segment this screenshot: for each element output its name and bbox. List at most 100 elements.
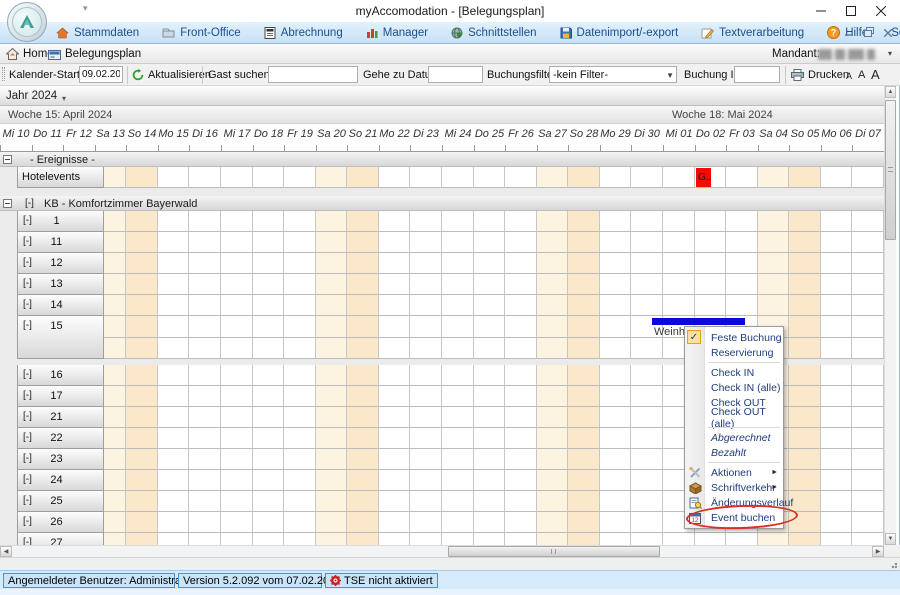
grid-cell[interactable] [663, 295, 695, 316]
year-dropdown-icon[interactable]: ▾ [62, 94, 66, 103]
grid-cell[interactable] [695, 295, 726, 316]
grid-cell[interactable] [852, 316, 884, 338]
grid-cell[interactable] [410, 338, 442, 359]
grid-cell[interactable] [379, 533, 410, 545]
grid-cell[interactable] [316, 274, 347, 295]
grid-cell[interactable] [537, 316, 568, 338]
grid-cell[interactable] [221, 211, 253, 232]
mdi-close-icon[interactable] [884, 24, 892, 42]
scroll-up-icon[interactable]: ▲ [885, 86, 896, 98]
toolbar-grip[interactable] [2, 67, 5, 81]
grid-cell[interactable] [253, 211, 284, 232]
group-row-kb-komfortzimmer-bayerwald[interactable]: [-]KB - Komfortzimmer Bayerwald [0, 196, 884, 211]
grid-cell[interactable] [158, 274, 189, 295]
grid-cell[interactable] [789, 274, 821, 295]
scroll-down-icon[interactable]: ▼ [885, 533, 896, 545]
grid-cell[interactable] [631, 428, 663, 449]
group-row--ereignisse-[interactable]: - Ereignisse - [0, 152, 884, 167]
grid-cell[interactable] [663, 167, 695, 188]
grid-cell[interactable] [631, 470, 663, 491]
grid-cell[interactable] [821, 167, 852, 188]
grid-cell[interactable] [347, 253, 379, 274]
grid-cell[interactable] [284, 512, 316, 533]
grid-cell[interactable] [474, 533, 505, 545]
menu-manager[interactable]: Manager [366, 27, 428, 39]
grid-cell[interactable] [442, 253, 474, 274]
grid-cell[interactable] [726, 274, 758, 295]
grid-cell[interactable] [189, 407, 221, 428]
grid-cell[interactable] [600, 470, 631, 491]
context-menu-item-feste-buchung[interactable]: ✓Feste Buchung [685, 330, 783, 345]
font-size-large-button[interactable]: A [871, 67, 880, 82]
grid-cell[interactable] [600, 491, 631, 512]
grid-cell[interactable] [474, 386, 505, 407]
grid-cell[interactable] [568, 386, 600, 407]
grid-cell[interactable] [758, 295, 789, 316]
grid-cell[interactable] [316, 167, 347, 188]
grid-cell[interactable] [126, 449, 158, 470]
grid-cell[interactable] [253, 512, 284, 533]
grid-cell[interactable] [126, 407, 158, 428]
grid-cell[interactable] [663, 253, 695, 274]
grid-cell[interactable] [189, 491, 221, 512]
grid-cell[interactable] [852, 449, 884, 470]
grid-cell[interactable] [316, 533, 347, 545]
grid-cell[interactable] [631, 274, 663, 295]
grid-cell[interactable] [758, 167, 789, 188]
grid-cell[interactable] [158, 449, 189, 470]
grid-cell[interactable] [221, 533, 253, 545]
grid-cell[interactable] [600, 449, 631, 470]
grid-cell[interactable] [379, 232, 410, 253]
collapse-group-icon[interactable] [3, 199, 12, 208]
grid-cell[interactable] [158, 512, 189, 533]
grid-cell[interactable] [189, 449, 221, 470]
grid-cell[interactable] [347, 533, 379, 545]
grid-cell[interactable] [631, 211, 663, 232]
grid-cell[interactable] [410, 491, 442, 512]
grid-cell[interactable] [379, 295, 410, 316]
grid-cell[interactable] [852, 470, 884, 491]
grid-cell[interactable] [758, 211, 789, 232]
grid-cell[interactable] [316, 428, 347, 449]
grid-cell[interactable] [316, 295, 347, 316]
grid-cell[interactable] [347, 316, 379, 338]
grid-cell[interactable] [410, 211, 442, 232]
grid-cell[interactable] [158, 253, 189, 274]
grid-cell[interactable] [316, 365, 347, 386]
grid-cell[interactable] [410, 253, 442, 274]
grid-cell[interactable] [158, 295, 189, 316]
grid-cell[interactable] [505, 512, 537, 533]
grid-cell[interactable] [600, 316, 631, 338]
maximize-button[interactable] [836, 0, 866, 22]
grid-cell[interactable] [221, 365, 253, 386]
grid-cell[interactable] [189, 512, 221, 533]
grid-cell[interactable] [852, 365, 884, 386]
room-label-cell[interactable]: [-]25 [17, 491, 104, 512]
grid-cell[interactable] [284, 316, 316, 338]
grid-cell[interactable] [189, 338, 221, 359]
grid-cell[interactable] [189, 274, 221, 295]
grid-cell[interactable] [474, 295, 505, 316]
grid-cell[interactable] [758, 274, 789, 295]
booking-bar[interactable] [652, 318, 745, 325]
grid-cell[interactable] [126, 470, 158, 491]
grid-cell[interactable] [600, 253, 631, 274]
grid-cell[interactable] [253, 449, 284, 470]
grid-cell[interactable] [821, 386, 852, 407]
grid-cell[interactable] [631, 449, 663, 470]
grid-cell[interactable] [158, 365, 189, 386]
context-menu-item-abgerechnet[interactable]: Abgerechnet [685, 430, 783, 445]
grid-cell[interactable] [410, 365, 442, 386]
grid-cell[interactable] [442, 533, 474, 545]
grid-cell[interactable] [253, 167, 284, 188]
grid-cell[interactable] [505, 491, 537, 512]
grid-cell[interactable] [505, 211, 537, 232]
grid-cell[interactable] [568, 533, 600, 545]
grid-cell[interactable] [789, 407, 821, 428]
grid-cell[interactable] [347, 470, 379, 491]
grid-cell[interactable] [221, 428, 253, 449]
menu-stammdaten[interactable]: Stammdaten [56, 27, 139, 39]
grid-cell[interactable] [253, 365, 284, 386]
grid-cell[interactable] [284, 338, 316, 359]
grid-cell[interactable] [852, 386, 884, 407]
